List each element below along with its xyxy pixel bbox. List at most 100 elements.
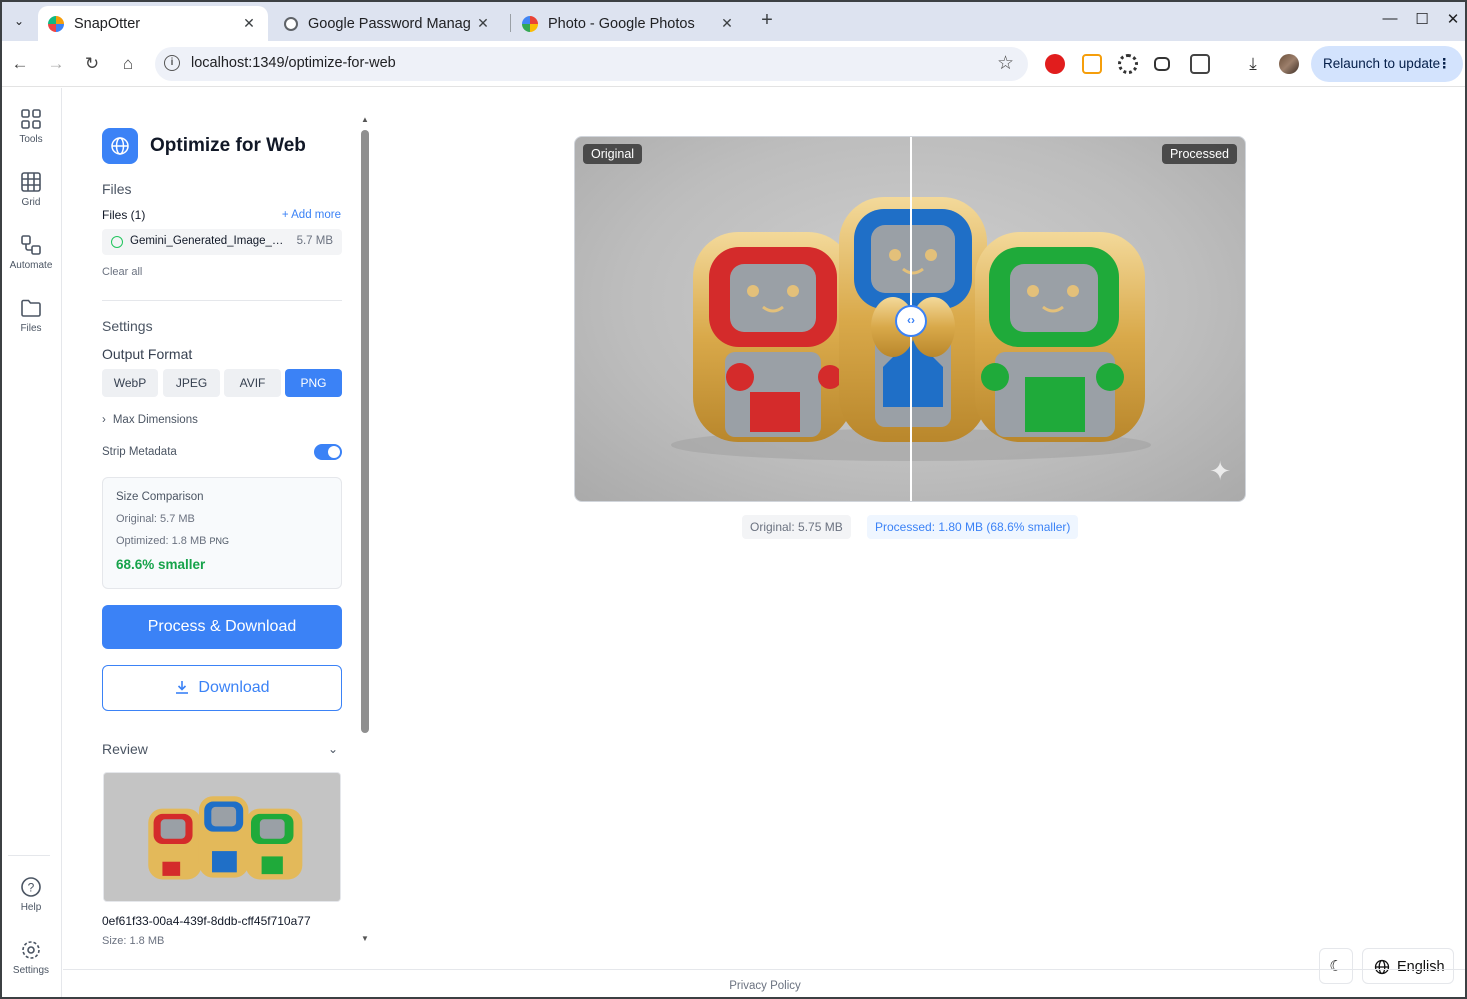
nav-tools[interactable]: Tools [2,108,60,145]
tab-title: Photo - Google Photos [548,15,695,32]
bookmark-star-icon[interactable]: ☆ [997,52,1014,75]
tab-google-photos[interactable]: Photo - Google Photos ✕ [512,6,746,41]
strip-metadata-switch[interactable] [314,444,342,460]
relaunch-button[interactable]: Relaunch to update ⋮ [1311,46,1463,82]
tab-password-manager[interactable]: Google Password Manag ✕ [274,6,502,41]
add-more-link[interactable]: + Add more [282,209,341,221]
nav-grid[interactable]: Grid [2,171,60,208]
download-button[interactable]: Download [102,665,342,711]
browser-toolbar: ← → ↻ ⌂ i localhost:1349/optimize-for-we… [2,41,1465,87]
maximize-icon[interactable]: ☐ [1412,10,1432,28]
more-menu-icon[interactable]: ⋮ [1438,46,1452,82]
format-avif-button[interactable]: AVIF [224,369,281,397]
files-count: Files (1) [102,208,146,222]
original-badge: Original [583,144,643,164]
check-circle-icon [111,236,123,248]
sun-extension-icon[interactable] [1118,54,1138,74]
process-download-button[interactable]: Process & Download [102,605,342,649]
file-row[interactable]: Gemini_Generated_Image_abc123.png 5.7 MB [102,229,342,255]
automate-icon [21,235,41,255]
nav-label: Settings [12,965,50,976]
robot-pin-thumbnail-image [104,773,340,901]
scroll-up-icon[interactable]: ▲ [361,115,369,124]
robot-extension-icon[interactable] [1154,57,1170,71]
file-name: Gemini_Generated_Image_abc123.png [130,235,285,247]
review-file-name: 0ef61f33-00a4-439f-8ddb-cff45f710a77 [102,914,311,928]
close-tab-icon[interactable]: ✕ [240,15,258,32]
edit-extension-icon[interactable] [1082,54,1102,74]
review-heading[interactable]: Review [102,741,148,757]
tab-snapotter[interactable]: SnapOtter ✕ [38,6,268,41]
optimized-size-text: Optimized: 1.8 MB [116,535,207,547]
nav-files[interactable]: Files [2,297,60,334]
compare-slider-handle-icon[interactable]: ‹› [895,305,927,337]
gear-icon [22,941,40,959]
sparkle-icon: ✦ [1209,456,1231,486]
scroll-down-icon[interactable]: ▼ [361,934,369,943]
clear-all-link[interactable]: Clear all [102,266,142,278]
tools-icon [21,109,41,129]
tab-search-chevron-icon[interactable]: ⌄ [8,10,30,32]
ublock-extension-icon[interactable] [1045,54,1065,74]
format-tag: PNG [209,536,229,546]
processed-badge: Processed [1161,144,1237,164]
tab-strip: ⌄ SnapOtter ✕ Google Password Manag ✕ Ph… [2,2,1465,41]
url-text[interactable]: localhost:1349/optimize-for-web [191,55,396,71]
format-jpeg-button[interactable]: JPEG [163,369,220,397]
nav-divider [8,855,50,856]
scrollbar-thumb[interactable] [361,130,369,733]
format-png-button[interactable]: PNG [285,369,342,397]
profile-avatar[interactable] [1279,54,1299,74]
extensions-puzzle-icon[interactable] [1190,54,1210,74]
original-size-text: Original: 5.7 MB [116,513,195,525]
nav-automate[interactable]: Automate [2,234,60,271]
switch-knob [328,446,340,458]
settings-heading: Settings [102,318,153,334]
home-icon[interactable]: ⌂ [117,53,139,75]
globe-icon [102,128,138,164]
address-bar[interactable]: i localhost:1349/optimize-for-web ☆ [155,47,1028,81]
forward-icon[interactable]: → [45,53,67,75]
app-root: Tools Grid Automate Files ? Help Setting… [2,88,1465,997]
page-title: Optimize for Web [150,135,306,156]
panel-scrollbar[interactable]: ▲ ▼ [360,115,370,943]
close-window-icon[interactable]: ✕ [1443,10,1463,28]
reload-icon[interactable]: ↻ [81,53,103,75]
nav-label: Automate [9,260,53,271]
max-dimensions-label: Max Dimensions [112,414,198,426]
snapotter-favicon-icon [48,15,64,32]
browser-window: ⌄ SnapOtter ✕ Google Password Manag ✕ Ph… [0,0,1467,999]
strip-metadata-label: Strip Metadata [102,446,177,458]
before-after-compare[interactable]: Original Processed ‹› ✦ [574,136,1246,502]
nav-settings[interactable]: Settings [2,939,60,976]
nav-help[interactable]: ? Help [2,876,60,913]
nav-label: Grid [21,197,41,208]
left-nav: Tools Grid Automate Files ? Help Setting… [2,88,62,997]
review-file-size: Size: 1.8 MB [102,935,165,947]
chevron-down-icon[interactable]: ⌄ [328,742,338,756]
optimized-size-row: Optimized: 1.8 MB PNG [116,535,229,547]
minimize-icon[interactable]: — [1380,10,1400,27]
help-icon: ? [21,877,41,897]
nav-label: Help [20,902,42,913]
settings-panel: Optimize for Web Files Files (1) + Add m… [63,88,374,958]
format-webp-button[interactable]: WebP [102,369,158,397]
tab-title: SnapOtter [74,15,141,32]
review-thumbnail[interactable] [103,772,341,902]
back-icon[interactable]: ← [9,53,31,75]
site-info-icon[interactable]: i [164,55,180,71]
original-size-stat: Original: 5.75 MB [742,515,851,539]
file-size: 5.7 MB [296,235,333,247]
size-comparison-heading: Size Comparison [116,491,204,503]
chevron-right-icon: › [102,414,106,426]
nav-label: Files [20,323,42,334]
processed-size-stat: Processed: 1.80 MB (68.6% smaller) [867,515,1079,539]
files-heading: Files [102,181,132,197]
max-dimensions-toggle[interactable]: › Max Dimensions [102,414,198,426]
privacy-policy-link[interactable]: Privacy Policy [63,980,1465,992]
new-tab-icon[interactable]: + [756,10,778,32]
tab-title: Google Password Manag [308,15,471,32]
close-tab-icon[interactable]: ✕ [718,15,736,32]
close-tab-icon[interactable]: ✕ [474,15,492,32]
download-icon[interactable]: ⤓ [1243,54,1263,74]
